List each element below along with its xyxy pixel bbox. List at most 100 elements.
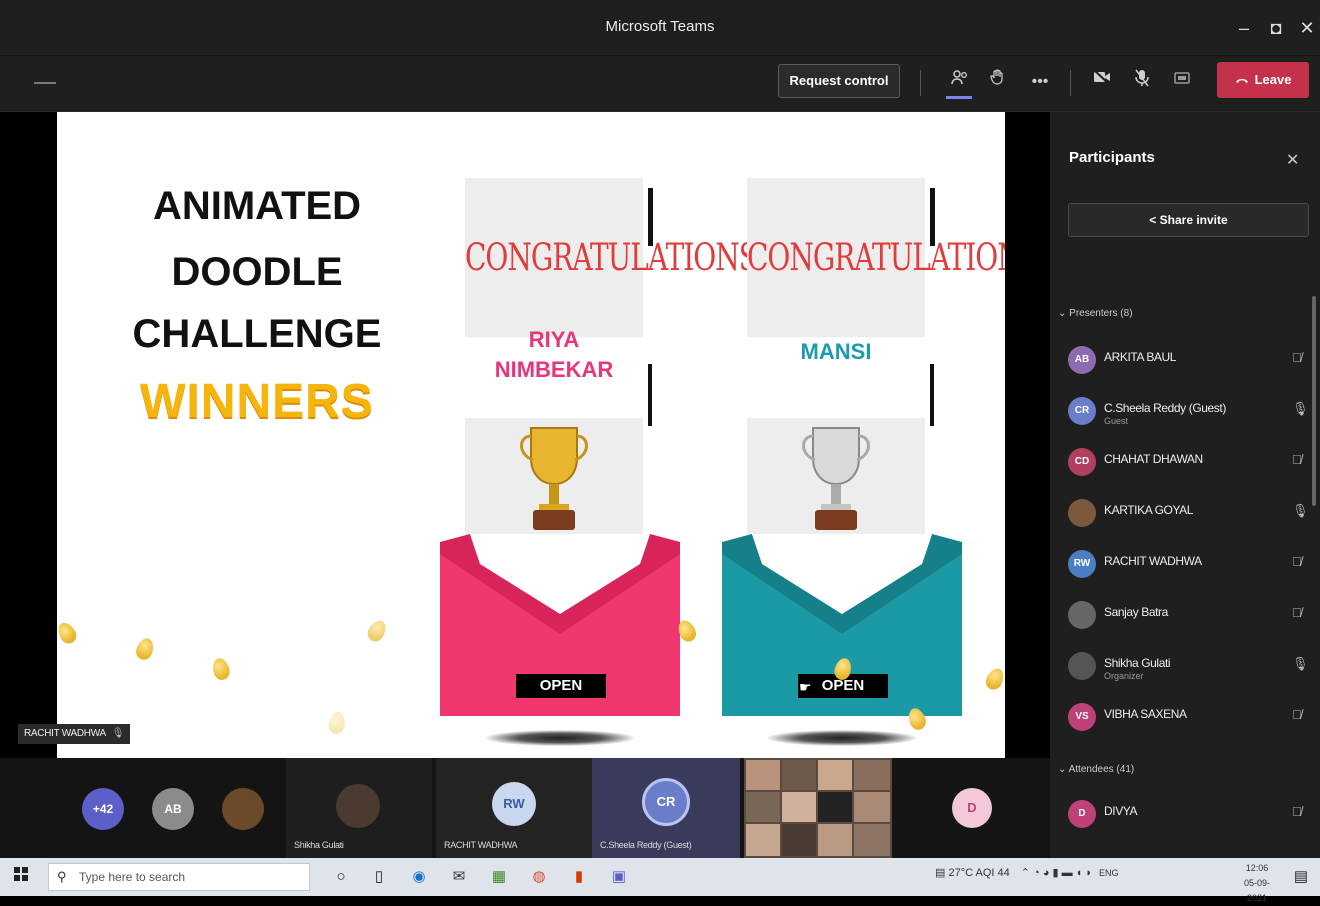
- participants-panel: Participants ✕ < Share invite ⌄ Presente…: [1050, 112, 1320, 858]
- participant-row[interactable]: RW RACHIT WADHWA 🎙̸: [1068, 546, 1308, 590]
- cursor-icon: ☛: [799, 679, 812, 695]
- card-shadow: [485, 730, 635, 746]
- mic-off-icon: 🎙̸: [1292, 707, 1302, 722]
- leave-button[interactable]: Leave: [1217, 62, 1309, 98]
- slide-title-line2: DOODLE: [171, 250, 343, 294]
- congrats-banner: CONGRATULATIONS: [465, 178, 758, 338]
- avatar: VS: [1068, 703, 1096, 731]
- video-tile-active-speaker[interactable]: CR C.Sheela Reddy (Guest): [592, 758, 740, 858]
- petal-decoration: [327, 710, 347, 736]
- close-icon[interactable]: ✕: [1286, 150, 1299, 170]
- windows-start-icon[interactable]: [10, 866, 32, 888]
- mic-icon: 🎙: [1292, 503, 1309, 518]
- avatar: [222, 788, 264, 830]
- video-tile[interactable]: D: [896, 758, 1050, 858]
- divider: [920, 70, 921, 96]
- mic-off-icon: 🎙̸: [1292, 350, 1302, 365]
- presenter-name-tag: RACHIT WADHWA 🎙: [18, 724, 131, 744]
- presenters-section-header[interactable]: ⌄ Presenters (8): [1058, 308, 1133, 319]
- chevron-down-icon: ⌄: [1058, 308, 1070, 319]
- camera-off-icon[interactable]: [1088, 68, 1116, 96]
- card-shadow: [767, 730, 917, 746]
- share-screen-icon[interactable]: [1168, 68, 1196, 96]
- share-invite-button[interactable]: < Share invite: [1068, 203, 1309, 237]
- card-edge: [648, 188, 653, 246]
- participant-role: Guest: [1104, 416, 1129, 426]
- avatar: RW: [492, 782, 536, 826]
- scrollbar[interactable]: [1312, 296, 1316, 506]
- teams-icon[interactable]: ▣: [608, 866, 630, 888]
- avatar: CD: [1068, 448, 1096, 476]
- avatar: D: [1068, 800, 1096, 828]
- tray-icons: ⌃ ◔ ◕ ▮ ▬ ◖ ◗: [1020, 867, 1092, 879]
- edge-icon[interactable]: ◉: [408, 866, 430, 888]
- mail-icon[interactable]: ✉: [448, 866, 470, 888]
- participant-row[interactable]: VS VIBHA SAXENA 🎙̸: [1068, 699, 1308, 743]
- chrome-icon[interactable]: ◍: [528, 866, 550, 888]
- weather-icon: ▤: [935, 867, 949, 879]
- card-edge: [648, 364, 652, 426]
- avatar: CR: [642, 778, 690, 826]
- participant-name: KARTIKA GOYAL: [1104, 503, 1194, 517]
- participant-row[interactable]: CD CHAHAT DHAWAN 🎙̸: [1068, 444, 1308, 488]
- participant-gallery: +42 AB Shikha Gulati RW RACHIT WADHWA CR…: [0, 758, 1050, 858]
- chevron-down-icon: ⌄: [1058, 764, 1069, 775]
- video-tile-gallery[interactable]: [744, 758, 892, 858]
- video-tile[interactable]: RW RACHIT WADHWA: [436, 758, 592, 858]
- tile-label: RACHIT WADHWA: [444, 840, 518, 850]
- open-button[interactable]: OPEN: [516, 674, 606, 698]
- video-tile[interactable]: Shikha Gulati: [286, 758, 432, 858]
- mic-off-icon: 🎙̸: [1292, 605, 1302, 620]
- participant-name: RACHIT WADHWA: [1104, 554, 1202, 568]
- system-tray[interactable]: ▤ 27°C AQI 44 ⌃ ◔ ◕ ▮ ▬ ◖ ◗ ENG: [935, 866, 1119, 879]
- winner-card: CONGRATULATIONS MANSI: [747, 178, 1005, 538]
- participant-name: C.Sheela Reddy (Guest): [1104, 401, 1226, 415]
- mic-icon: 🎙: [1292, 401, 1309, 416]
- participants-icon[interactable]: [946, 68, 974, 96]
- participant-row[interactable]: CR C.Sheela Reddy (Guest) Guest 🎙: [1068, 393, 1309, 437]
- windows-taskbar: ⚲ Type here to search ○ ▯ ◉ ✉ ▦ ◍ ▮ ▣ ▤ …: [0, 858, 1320, 903]
- participant-row[interactable]: AB ARKITA BAUL 🎙̸: [1068, 342, 1308, 386]
- avatar: RW: [1068, 550, 1096, 578]
- winner-name-line2: NIMBEKAR: [494, 357, 614, 382]
- participant-row[interactable]: Sanjay Batra 🎙̸: [1068, 597, 1308, 641]
- mic-icon: 🎙: [111, 728, 125, 739]
- notifications-icon[interactable]: ▤: [1290, 866, 1312, 888]
- system-clock[interactable]: 12:06 05-09-2021: [1237, 861, 1277, 906]
- request-control-button[interactable]: Request control: [778, 64, 900, 98]
- tile-label: Shikha Gulati: [294, 840, 344, 850]
- more-options-icon[interactable]: •••: [1026, 68, 1054, 96]
- card-edge: [930, 188, 935, 246]
- share-invite-label: Share invite: [1159, 213, 1228, 227]
- participant-name: ARKITA BAUL: [1104, 350, 1177, 364]
- phone-hangup-icon: [1235, 62, 1249, 98]
- language-indicator[interactable]: ENG: [1099, 868, 1119, 878]
- silver-trophy-icon: [802, 427, 870, 530]
- office-icon[interactable]: ▮: [568, 866, 590, 888]
- search-icon: ⚲: [57, 869, 67, 884]
- store-icon[interactable]: ▦: [488, 866, 510, 888]
- participant-row[interactable]: Shikha Gulati Organizer 🎙: [1068, 648, 1309, 692]
- winner-name-line1: MANSI: [800, 339, 872, 364]
- slide-title-line1: ANIMATED: [152, 184, 362, 228]
- attendees-section-header[interactable]: ⌄ Attendees (41): [1058, 764, 1134, 775]
- participant-row[interactable]: D DIVYA 🎙̸: [1068, 796, 1308, 840]
- close-button[interactable]: ✕: [1287, 12, 1320, 44]
- mic-off-icon: 🎙̸: [1292, 554, 1302, 569]
- participant-role: Organizer: [1104, 671, 1144, 681]
- congrats-banner: CONGRATULATIONS: [747, 178, 1005, 338]
- meeting-toolbar: Request control ••• Leave: [0, 56, 1320, 112]
- raise-hand-icon[interactable]: [984, 68, 1012, 96]
- search-placeholder: Type here to search: [79, 870, 186, 884]
- winner-name-line1: RIYA: [528, 327, 580, 352]
- participant-row[interactable]: KARTIKA GOYAL 🎙: [1068, 495, 1309, 539]
- petal-decoration: [133, 635, 157, 663]
- winner-card: CONGRATULATIONS RIYA NIMBEKAR: [465, 178, 758, 538]
- cortana-icon[interactable]: ○: [330, 866, 352, 888]
- mic-off-icon: 🎙̸: [1292, 804, 1302, 819]
- taskbar-search-input[interactable]: ⚲ Type here to search: [48, 863, 310, 891]
- task-view-icon[interactable]: ▯: [368, 866, 390, 888]
- more-participants-button[interactable]: +42: [82, 788, 124, 830]
- meeting-timer: [34, 82, 56, 84]
- mic-off-icon[interactable]: [1128, 68, 1156, 96]
